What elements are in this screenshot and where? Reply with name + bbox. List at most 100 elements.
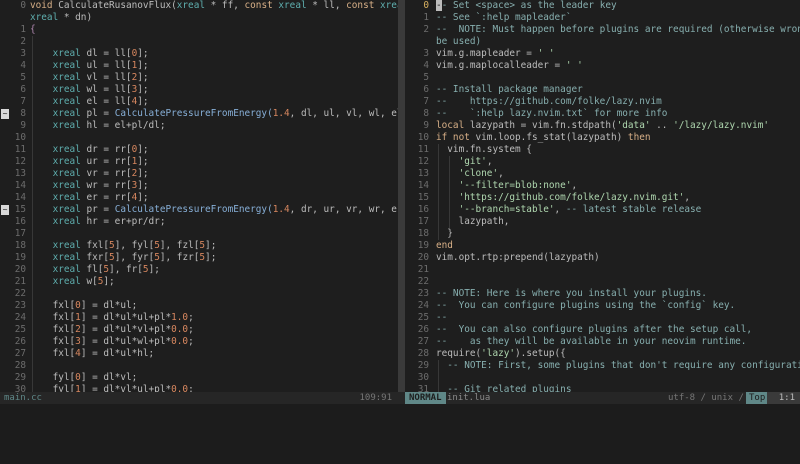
code-token: er = rr[ [80, 192, 132, 203]
code-line[interactable]: 8 -- `:help lazy.nvim.txt` for more info [405, 108, 800, 120]
code-line[interactable]: 29 fyl[0] = dl*vl; [0, 372, 398, 384]
code-line[interactable]: be used) [405, 36, 800, 48]
code-line[interactable]: 1{ [0, 24, 398, 36]
code-line[interactable]: 12 'git', [405, 156, 800, 168]
line-number: 14 [14, 192, 26, 203]
code-line[interactable]: 17 [0, 228, 398, 240]
code-line[interactable]: 22 [0, 288, 398, 300]
code-token: -- https://github.com/folke/lazy.nvim [436, 96, 662, 107]
code-line[interactable]: 16 '--branch=stable', -- latest stable r… [405, 204, 800, 216]
code-line[interactable]: 13 'clone', [405, 168, 800, 180]
code-line[interactable]: 9 xreal hl = el+pl/dl; [0, 120, 398, 132]
code-line[interactable]: 22 [405, 276, 800, 288]
code-text: -- NOTE: Must happen before plugins are … [436, 24, 800, 36]
code-line[interactable]: 26 -- You can also configure plugins afte… [405, 324, 800, 336]
indent-guide [449, 168, 451, 180]
code-line[interactable]: 27 -- as they will be available in your n… [405, 336, 800, 348]
code-line[interactable]: ~15 xreal pr = CalculatePressureFromEner… [0, 204, 398, 216]
code-token: xreal [30, 60, 81, 71]
code-line[interactable]: 14 xreal wr = rr[3]; [0, 180, 398, 192]
code-text: vim.fn.system { [436, 144, 532, 156]
code-line[interactable]: 12 xreal ur = rr[1]; [0, 156, 398, 168]
code-line[interactable]: 21 [405, 264, 800, 276]
code-line[interactable]: 29 -- NOTE: First, some plugins that don… [405, 360, 800, 372]
code-line[interactable]: 5 [405, 72, 800, 84]
code-token: fxl[ [30, 324, 76, 335]
code-line[interactable]: 14 '--filter=blob:none', [405, 180, 800, 192]
code-line[interactable]: 23 -- NOTE: Here is where you install you… [405, 288, 800, 300]
code-line[interactable]: 20 vim.opt.rtp:prepend(lazypath) [405, 252, 800, 264]
code-line[interactable]: 6 -- Install package manager [405, 84, 800, 96]
code-token: 0.0 [171, 336, 189, 347]
code-line[interactable]: 30 [405, 372, 800, 384]
code-line[interactable]: 19 xreal fxr[5], fyr[5], fzr[5]; [0, 252, 398, 264]
code-line[interactable]: 0 -- Set <space> as the leader key [405, 0, 800, 12]
code-line[interactable]: 24 -- You can configure plugins using the… [405, 300, 800, 312]
code-line[interactable]: 4 vim.g.maplocalleader = ' ' [405, 60, 800, 72]
code-line[interactable]: 31 -- Git related plugins [405, 384, 800, 392]
window-separator[interactable] [398, 0, 405, 392]
line-number: 24 [14, 312, 26, 323]
code-line[interactable]: 18 } [405, 228, 800, 240]
right-editor-pane[interactable]: 0 -- Set <space> as the leader key 1 -- See… [405, 0, 800, 392]
code-line[interactable]: 3 xreal dl = ll[0]; [0, 48, 398, 60]
code-line[interactable]: 11 vim.fn.system { [405, 144, 800, 156]
code-line[interactable]: 5 xreal vl = ll[2]; [0, 72, 398, 84]
line-number: 10 [14, 132, 26, 143]
code-text: fxl[0] = dl*ul; [30, 300, 137, 312]
code-line[interactable]: 3 vim.g.mapleader = ' ' [405, 48, 800, 60]
code-line[interactable]: 7 xreal el = ll[4]; [0, 96, 398, 108]
code-line[interactable]: 4 xreal ul = ll[1]; [0, 60, 398, 72]
code-line[interactable]: 24 fxl[1] = dl*ul*ul+pl*1.0; [0, 312, 398, 324]
code-line[interactable]: xreal * dn) [0, 12, 398, 24]
code-line[interactable]: 19 end [405, 240, 800, 252]
indent-guide [32, 72, 33, 84]
code-line[interactable]: ~8 xreal pl = CalculatePressureFromEnerg… [0, 108, 398, 120]
indent-guide [32, 84, 33, 96]
code-line[interactable]: 21 xreal w[5]; [0, 276, 398, 288]
code-line[interactable]: 1 -- See `:help mapleader` [405, 12, 800, 24]
code-line[interactable]: 2 -- NOTE: Must happen before plugins are… [405, 24, 800, 36]
indent-guide [32, 228, 33, 240]
code-token: end [436, 240, 453, 251]
code-line[interactable]: 30 fyl[1] = dl*vl*ul+pl*0.0; [0, 384, 398, 392]
code-line[interactable]: 20 xreal fl[5], fr[5]; [0, 264, 398, 276]
code-token: * ff, [205, 0, 245, 11]
line-number: 25 [417, 312, 429, 323]
code-line[interactable]: 23 fxl[0] = dl*ul; [0, 300, 398, 312]
code-line[interactable]: 17 lazypath, [405, 216, 800, 228]
code-line[interactable]: 0 void CalculateRusanovFlux(xreal * ff, c… [0, 0, 398, 12]
code-line[interactable]: 28 [0, 360, 398, 372]
code-token: ], fyl[ [114, 240, 155, 251]
code-text: require('lazy').setup({ [436, 348, 566, 360]
code-line[interactable]: 16 xreal hr = er+pr/dr; [0, 216, 398, 228]
code-line[interactable]: 9 local lazypath = vim.fn.stdpath('data' … [405, 120, 800, 132]
indent-guide [449, 192, 451, 204]
code-line[interactable]: 2 [0, 36, 398, 48]
left-editor-pane[interactable]: 0 void CalculateRusanovFlux(xreal * ff, c… [0, 0, 398, 392]
code-token: 1.4 [272, 204, 290, 215]
code-line[interactable]: 15 'https://github.com/folke/lazy.nvim.g… [405, 192, 800, 204]
code-token: vim.fn.system { [436, 144, 532, 155]
code-line[interactable]: 27 fxl[4] = dl*ul*hl; [0, 348, 398, 360]
code-line[interactable]: 25 -- [405, 312, 800, 324]
code-line[interactable]: 28 require('lazy').setup({ [405, 348, 800, 360]
line-number: 26 [14, 336, 26, 347]
code-line[interactable]: 11 xreal dr = rr[0]; [0, 144, 398, 156]
code-line[interactable]: 26 fxl[3] = dl*ul*wl+pl*0.0; [0, 336, 398, 348]
code-line[interactable]: 10 if not vim.loop.fs_stat(lazypath) then [405, 132, 800, 144]
line-number: 0 [423, 0, 429, 11]
code-line[interactable]: 13 xreal vr = rr[2]; [0, 168, 398, 180]
code-token: pl = [80, 108, 115, 119]
code-token: .. [650, 120, 674, 131]
code-line[interactable]: 18 xreal fxl[5], fyl[5], fzl[5]; [0, 240, 398, 252]
code-line[interactable]: 25 fxl[2] = dl*ul*vl+pl*0.0; [0, 324, 398, 336]
code-line[interactable]: 10 [0, 132, 398, 144]
code-token: CalculatePressureFromEnergy( [114, 204, 273, 215]
code-line[interactable]: 6 xreal wl = ll[3]; [0, 84, 398, 96]
code-line[interactable]: 14 xreal er = rr[4]; [0, 192, 398, 204]
line-number: 29 [417, 360, 429, 371]
code-line[interactable]: 7 -- https://github.com/folke/lazy.nvim [405, 96, 800, 108]
code-token: ]; [137, 156, 149, 167]
code-text: -- `:help lazy.nvim.txt` for more info [436, 108, 667, 120]
